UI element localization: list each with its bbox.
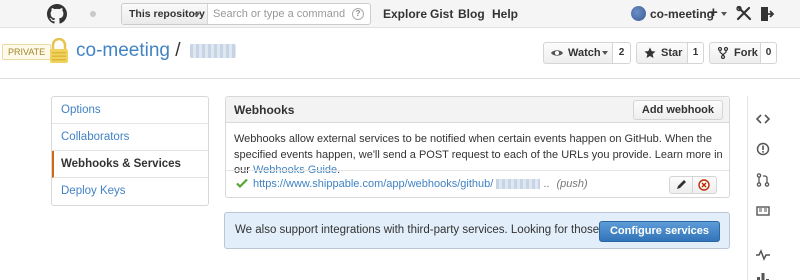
webhook-row: https://www.shippable.com/app/webhooks/g…: [226, 170, 729, 198]
webhooks-title: Webhooks: [234, 103, 295, 117]
github-octocat-icon[interactable]: [47, 4, 67, 24]
repo-name-redacted[interactable]: [189, 43, 236, 58]
edit-webhook-button[interactable]: [669, 176, 693, 194]
top-header: This repository ? Explore Gist Blog Help…: [0, 0, 800, 28]
configure-services-button[interactable]: Configure services: [598, 221, 720, 242]
repo-header: PRIVATE co-meeting / Watch 2 Star 1 Fork…: [0, 29, 800, 79]
webhook-url-redacted: [496, 179, 541, 190]
integrations-text: We also support integrations with third-…: [235, 224, 606, 236]
repo-separator: /: [175, 40, 181, 61]
code-icon[interactable]: [756, 112, 770, 126]
nav-explore[interactable]: Explore: [383, 0, 427, 28]
add-webhook-button[interactable]: Add webhook: [632, 100, 723, 120]
check-icon: [236, 178, 248, 189]
lock-icon: [50, 38, 68, 63]
new-plus-icon[interactable]: +: [709, 4, 718, 22]
chevron-down-icon: [602, 51, 608, 55]
graphs-icon[interactable]: [756, 271, 770, 280]
fork-icon: [717, 47, 729, 59]
pulse-icon[interactable]: [756, 248, 770, 262]
nav-help[interactable]: Help: [492, 0, 518, 28]
nav-blog[interactable]: Blog: [458, 0, 485, 28]
search-input[interactable]: [213, 5, 351, 23]
nav-gist[interactable]: Gist: [430, 0, 453, 28]
fork-button[interactable]: Fork: [709, 42, 761, 64]
webhook-link[interactable]: https://www.shippable.com/app/webhooks/g…: [253, 171, 588, 197]
integrations-notice: We also support integrations with third-…: [224, 212, 730, 249]
star-icon: [644, 47, 656, 58]
watch-label: Watch: [568, 47, 601, 59]
sidebar-item-collaborators[interactable]: Collaborators: [52, 124, 208, 151]
pull-request-icon[interactable]: [756, 173, 770, 187]
repo-title: co-meeting /: [76, 38, 236, 64]
repo-owner-link[interactable]: co-meeting: [76, 40, 170, 61]
avatar: [631, 6, 646, 21]
fork-label: Fork: [734, 47, 758, 59]
pencil-icon: [677, 180, 686, 189]
eye-icon: [551, 50, 563, 56]
search-bar: This repository ?: [121, 3, 371, 25]
sidebar-item-deploy-keys[interactable]: Deploy Keys: [52, 178, 208, 205]
sidebar-item-webhooks-services[interactable]: Webhooks & Services: [52, 151, 208, 178]
chevron-down-icon: [721, 12, 727, 16]
help-icon[interactable]: ?: [352, 8, 364, 20]
chevron-down-icon: [194, 13, 200, 17]
watch-count[interactable]: 2: [613, 42, 631, 64]
notifications-dot-icon[interactable]: [90, 11, 96, 17]
webhooks-panel: Webhooks Add webhook Webhooks allow exte…: [225, 96, 730, 198]
settings-tools-icon[interactable]: [736, 6, 752, 22]
webhooks-panel-header: Webhooks Add webhook: [226, 97, 729, 123]
username: co-meeting: [650, 7, 715, 21]
delete-webhook-button[interactable]: [693, 176, 717, 194]
star-count[interactable]: 1: [688, 42, 704, 64]
sign-out-icon[interactable]: [760, 6, 774, 22]
sidebar-item-options[interactable]: Options: [52, 97, 208, 124]
star-label: Star: [661, 47, 683, 59]
star-button[interactable]: Star: [636, 42, 688, 64]
webhook-url-ellipsis: ..: [543, 178, 550, 190]
delete-x-icon: [698, 179, 710, 191]
private-badge: PRIVATE: [2, 44, 52, 60]
settings-sidebar: Options Collaborators Webhooks & Service…: [51, 96, 209, 206]
watch-button[interactable]: Watch: [543, 42, 613, 64]
webhook-events: (push): [556, 178, 588, 190]
webhook-url: https://www.shippable.com/app/webhooks/g…: [253, 178, 494, 190]
search-scope-dropdown[interactable]: This repository: [122, 4, 208, 24]
repo-nav-rail: [747, 96, 775, 280]
fork-count[interactable]: 0: [761, 42, 777, 64]
issues-icon[interactable]: [756, 142, 770, 156]
wiki-book-icon[interactable]: [756, 204, 770, 218]
